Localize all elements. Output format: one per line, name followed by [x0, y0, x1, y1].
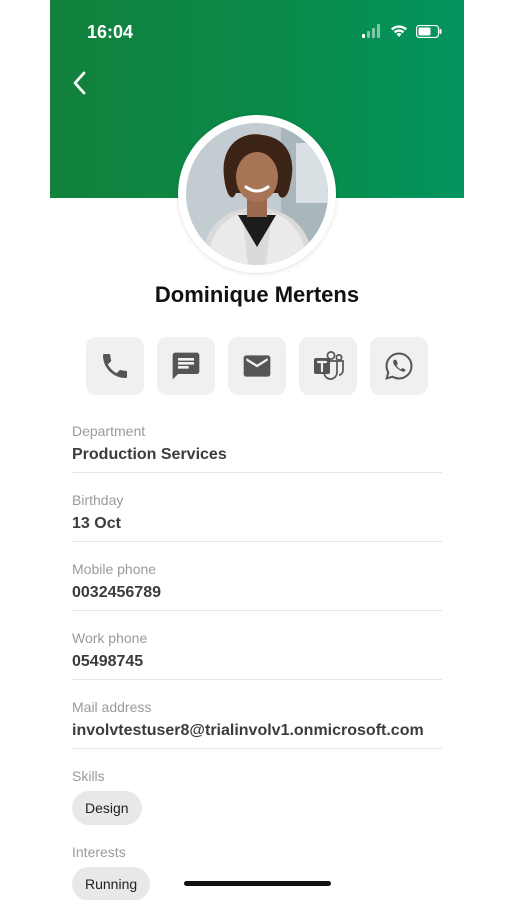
- mail-icon: [243, 355, 271, 377]
- whatsapp-icon: [385, 352, 413, 380]
- back-button[interactable]: [68, 70, 92, 96]
- phone-icon: [103, 354, 127, 378]
- interests-label: Interests: [72, 844, 126, 860]
- mail-button[interactable]: [228, 337, 286, 395]
- mobile-phone-field[interactable]: Mobile phone 0032456789: [72, 560, 442, 611]
- skills-label: Skills: [72, 768, 105, 784]
- wifi-icon: [391, 25, 407, 37]
- status-time: 16:04: [87, 22, 134, 42]
- skill-chip[interactable]: Design: [72, 791, 142, 825]
- birthday-label: Birthday: [72, 492, 124, 508]
- battery-icon: [416, 24, 442, 38]
- work-phone-label: Work phone: [72, 630, 148, 646]
- avatar: [186, 123, 328, 265]
- mobile-phone-value[interactable]: 0032456789: [72, 582, 442, 604]
- status-icons: [362, 24, 442, 38]
- profile-name: Dominique Mertens: [154, 282, 360, 307]
- birthday-field: Birthday 13 Oct: [72, 491, 442, 542]
- department-field: Department Production Services: [72, 422, 442, 473]
- mail-address-field[interactable]: Mail address involvtestuser8@trialinvolv…: [72, 698, 442, 749]
- interest-chip[interactable]: Running: [72, 867, 151, 900]
- whatsapp-button[interactable]: [370, 337, 428, 395]
- department-label: Department: [72, 423, 146, 439]
- home-indicator: [184, 881, 331, 886]
- department-value: Production Services: [72, 446, 227, 463]
- profile-details: Department Production Services Birthday …: [72, 422, 442, 900]
- mail-address-label: Mail address: [72, 699, 152, 715]
- mail-address-value[interactable]: involvtestuser8@trialinvolv1.onmicrosoft…: [72, 720, 442, 742]
- skills-section: Skills Design: [72, 767, 442, 825]
- contact-actions: [86, 337, 428, 395]
- call-button[interactable]: [86, 337, 144, 395]
- chevron-left-icon: [73, 71, 86, 95]
- teams-button[interactable]: [299, 337, 357, 395]
- teams-icon: [314, 351, 344, 380]
- interests-section: Interests Running: [72, 843, 442, 900]
- mobile-phone-label: Mobile phone: [72, 561, 157, 577]
- message-button[interactable]: [157, 337, 215, 395]
- signal-icon: [362, 24, 380, 38]
- message-icon: [172, 352, 200, 380]
- avatar-frame: [178, 115, 336, 273]
- work-phone-field[interactable]: Work phone 05498745: [72, 629, 442, 680]
- work-phone-value[interactable]: 05498745: [72, 651, 442, 673]
- profile-screen: 16:04 Dominique Mertens Department Produ…: [50, 0, 464, 900]
- birthday-value: 13 Oct: [72, 515, 121, 532]
